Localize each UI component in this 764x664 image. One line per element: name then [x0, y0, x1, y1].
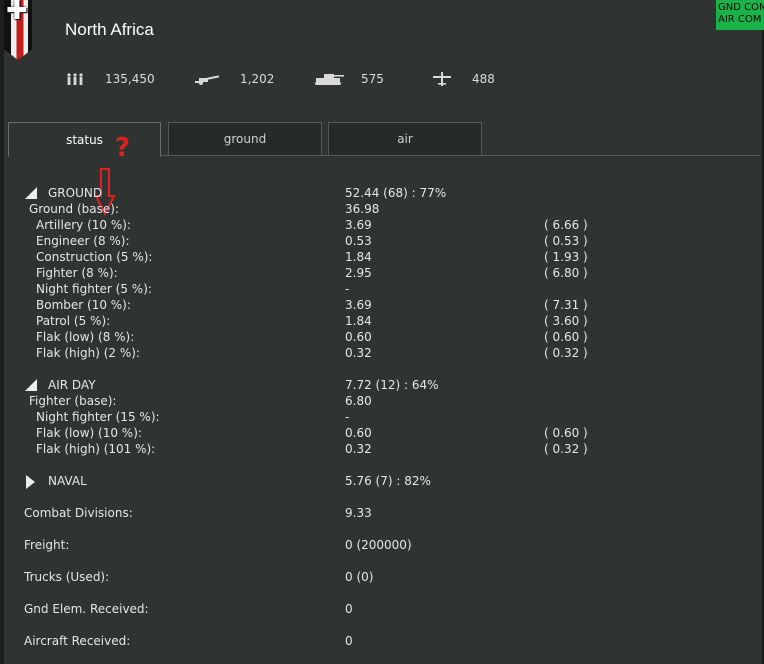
row-extra: ( 7.31 ) — [544, 298, 588, 312]
summary-label: Trucks (Used): — [24, 570, 110, 584]
row-label: Artillery (10 %): — [36, 218, 131, 232]
air-day-base-row: Fighter (base): 6.80 — [0, 394, 764, 410]
row-value: 0.32 — [345, 442, 372, 456]
row-extra: ( 3.60 ) — [544, 314, 588, 328]
row-label: Flak (low) (8 %): — [36, 330, 135, 344]
aircraft-value: 488 — [472, 72, 495, 86]
tank-icon — [314, 72, 346, 89]
summary-value: 0 — [345, 634, 353, 648]
guns-value: 1,202 — [240, 72, 275, 86]
row-label: Patrol (5 %): — [36, 314, 111, 328]
row-label: Flak (low) (10 %): — [36, 426, 142, 440]
summary-value: 0 — [345, 602, 353, 616]
ground-header-label: GROUND — [48, 186, 103, 200]
row-value: 1.84 — [345, 314, 372, 328]
ground-row: Artillery (10 %): 3.69 ( 6.66 ) — [0, 218, 764, 234]
aircraft-icon — [433, 72, 451, 89]
gun-icon — [195, 72, 221, 89]
row-value: 1.84 — [345, 250, 372, 264]
row-value: 0.53 — [345, 234, 372, 248]
row-extra: ( 0.60 ) — [544, 426, 588, 440]
question-mark-annotation: ? — [115, 133, 131, 163]
naval-header-label: NAVAL — [48, 474, 87, 488]
row-value: 0.60 — [345, 426, 372, 440]
tab-status[interactable]: status — [8, 122, 161, 157]
air-day-base-label: Fighter (base): — [29, 394, 117, 408]
row-label: Night fighter (15 %): — [36, 410, 160, 424]
row-extra: ( 0.60 ) — [544, 330, 588, 344]
ground-row: Fighter (8 %): 2.95 ( 6.80 ) — [0, 266, 764, 282]
row-value: 2.95 — [345, 266, 372, 280]
ground-base-row: Ground (base): 36.98 — [0, 202, 764, 218]
summary-row: Aircraft Received: 0 — [0, 634, 764, 650]
row-extra: ( 6.66 ) — [544, 218, 588, 232]
summary-value: 0 (0) — [345, 570, 374, 584]
ground-row: Night fighter (5 %): - — [0, 282, 764, 298]
tab-ground[interactable]: ground — [168, 122, 322, 155]
row-value: - — [345, 282, 350, 296]
ground-base-value: 36.98 — [345, 202, 380, 216]
row-label: Construction (5 %): — [36, 250, 153, 264]
row-extra: ( 0.53 ) — [544, 234, 588, 248]
air-day-row: Night fighter (15 %): - — [0, 410, 764, 426]
row-value: 3.69 — [345, 218, 372, 232]
air-day-row: Flak (low) (10 %): 0.60 ( 0.60 ) — [0, 426, 764, 442]
summary-row: Combat Divisions: 9.33 — [0, 506, 764, 522]
ground-row: Patrol (5 %): 1.84 ( 3.60 ) — [0, 314, 764, 330]
naval-header-row[interactable]: NAVAL 5.76 (7) : 82% — [0, 474, 764, 490]
row-label: Flak (high) (101 %): — [36, 442, 156, 456]
command-badge-line-2: AIR COM — [718, 14, 762, 25]
tanks-value: 575 — [361, 72, 384, 86]
iron-cross-icon: ✚ — [6, 0, 28, 26]
summary-row: Trucks (Used): 0 (0) — [0, 570, 764, 586]
infantry-icon — [66, 72, 84, 89]
row-extra: ( 0.32 ) — [544, 442, 588, 456]
ground-row: Engineer (8 %): 0.53 ( 0.53 ) — [0, 234, 764, 250]
collapse-triangle-icon[interactable] — [25, 379, 37, 391]
row-extra: ( 6.80 ) — [544, 266, 588, 280]
row-extra: ( 0.32 ) — [544, 346, 588, 360]
summary-value: 9.33 — [345, 506, 372, 520]
ground-base-label: Ground (base): — [29, 202, 119, 216]
row-label: Flak (high) (2 %): — [36, 346, 140, 360]
ground-row: Flak (high) (2 %): 0.32 ( 0.32 ) — [0, 346, 764, 362]
command-badge: GND COM AIR COM — [716, 0, 764, 30]
row-value: - — [345, 410, 350, 424]
tab-air-label: air — [397, 132, 413, 146]
expand-triangle-icon[interactable] — [26, 475, 35, 489]
row-label: Engineer (8 %): — [36, 234, 130, 248]
summary-label: Gnd Elem. Received: — [24, 602, 149, 616]
row-value: 3.69 — [345, 298, 372, 312]
row-label: Bomber (10 %): — [36, 298, 131, 312]
manpower-value: 135,450 — [105, 72, 155, 86]
ground-header-row[interactable]: GROUND 52.44 (68) : 77% — [0, 186, 764, 202]
ground-row: Bomber (10 %): 3.69 ( 7.31 ) — [0, 298, 764, 314]
ground-header-value: 52.44 (68) : 77% — [345, 186, 447, 200]
summary-value: 0 (200000) — [345, 538, 412, 552]
collapse-triangle-icon[interactable] — [25, 187, 37, 199]
region-title: North Africa — [65, 20, 154, 39]
tab-status-label: status — [66, 133, 103, 147]
row-extra: ( 1.93 ) — [544, 250, 588, 264]
naval-header-value: 5.76 (7) : 82% — [345, 474, 431, 488]
summary-label: Aircraft Received: — [24, 634, 131, 648]
summary-label: Combat Divisions: — [24, 506, 133, 520]
summary-row: Freight: 0 (200000) — [0, 538, 764, 554]
air-day-row: Flak (high) (101 %): 0.32 ( 0.32 ) — [0, 442, 764, 458]
tab-air[interactable]: air — [328, 122, 482, 155]
command-badge-line-1: GND COM — [718, 2, 764, 13]
summary-row: Gnd Elem. Received: 0 — [0, 602, 764, 618]
row-value: 0.60 — [345, 330, 372, 344]
ground-row: Flak (low) (8 %): 0.60 ( 0.60 ) — [0, 330, 764, 346]
summary-label: Freight: — [24, 538, 70, 552]
row-value: 0.32 — [345, 346, 372, 360]
air-day-header-row[interactable]: AIR DAY 7.72 (12) : 64% — [0, 378, 764, 394]
air-day-base-value: 6.80 — [345, 394, 372, 408]
ground-row: Construction (5 %): 1.84 ( 1.93 ) — [0, 250, 764, 266]
row-label: Fighter (8 %): — [36, 266, 118, 280]
air-day-header-value: 7.72 (12) : 64% — [345, 378, 439, 392]
tab-ground-label: ground — [223, 132, 267, 146]
air-day-header-label: AIR DAY — [48, 378, 96, 392]
row-label: Night fighter (5 %): — [36, 282, 152, 296]
